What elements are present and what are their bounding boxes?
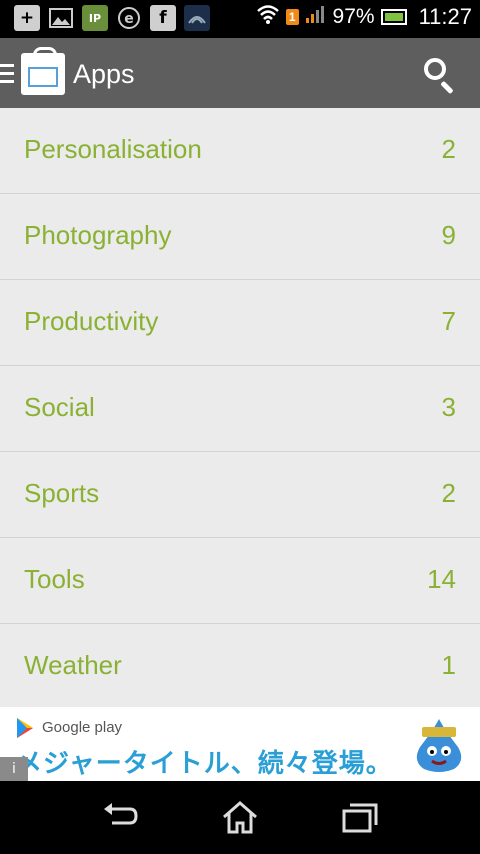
category-count: 1 (441, 650, 456, 680)
category-count: 2 (441, 478, 456, 508)
signal-app-icon (184, 5, 210, 31)
action-bar: Apps (0, 38, 480, 110)
category-label: Sports (24, 478, 100, 508)
category-row-weather[interactable]: Weather 1 (0, 624, 480, 709)
facebook-icon: f (150, 5, 176, 31)
category-label: Social (24, 392, 95, 422)
image-icon (48, 5, 74, 31)
category-row-personalisation[interactable]: Personalisation 2 (0, 108, 480, 194)
add-icon: + (14, 5, 40, 31)
notification-badge: 1 (285, 9, 299, 25)
category-row-social[interactable]: Social 3 (0, 366, 480, 452)
category-label: Weather (24, 650, 122, 680)
ip-call-icon: IP (82, 5, 108, 31)
battery-percent: 97% (332, 5, 375, 28)
category-label: Photography (24, 220, 172, 250)
category-count: 14 (427, 564, 456, 594)
category-row-tools[interactable]: Tools 14 (0, 538, 480, 624)
ad-banner[interactable]: Google play メジャータイトル、続々登場。 i (0, 707, 480, 781)
e-icon: e (116, 5, 142, 31)
ad-info-icon[interactable]: i (0, 757, 28, 781)
slime-character-icon (416, 719, 462, 772)
menu-icon[interactable] (0, 64, 14, 84)
category-count: 9 (441, 220, 456, 250)
clock: 11:27 (418, 4, 472, 29)
category-row-photography[interactable]: Photography 9 (0, 194, 480, 280)
notification-icons: + IP e f (14, 5, 210, 31)
status-bar: + IP e f 1 97% 11:27 (0, 0, 480, 38)
home-icon[interactable] (220, 799, 260, 835)
page-title: Apps (73, 59, 135, 89)
ad-brand: Google play (42, 719, 123, 736)
category-count: 2 (441, 134, 456, 164)
wifi-icon (256, 4, 280, 30)
category-list: Personalisation 2 Photography 9 Producti… (0, 108, 480, 709)
app-logo-icon[interactable] (21, 47, 65, 95)
category-label: Personalisation (24, 134, 202, 164)
category-label: Productivity (24, 306, 159, 336)
category-row-sports[interactable]: Sports 2 (0, 452, 480, 538)
battery-icon (380, 9, 407, 25)
category-count: 7 (441, 306, 456, 336)
google-play-icon (17, 718, 33, 738)
category-count: 3 (441, 392, 456, 422)
recent-apps-icon[interactable] (340, 799, 380, 835)
status-indicators: 1 97% 11:27 (256, 4, 472, 30)
back-icon[interactable] (100, 799, 140, 835)
ad-headline: メジャータイトル、続々登場。 (16, 749, 393, 779)
navigation-bar (0, 781, 480, 854)
svg-text:e: e (124, 11, 134, 27)
category-row-productivity[interactable]: Productivity 7 (0, 280, 480, 366)
cell-signal-icon (305, 4, 327, 30)
search-icon[interactable] (422, 56, 460, 95)
category-label: Tools (24, 564, 85, 594)
